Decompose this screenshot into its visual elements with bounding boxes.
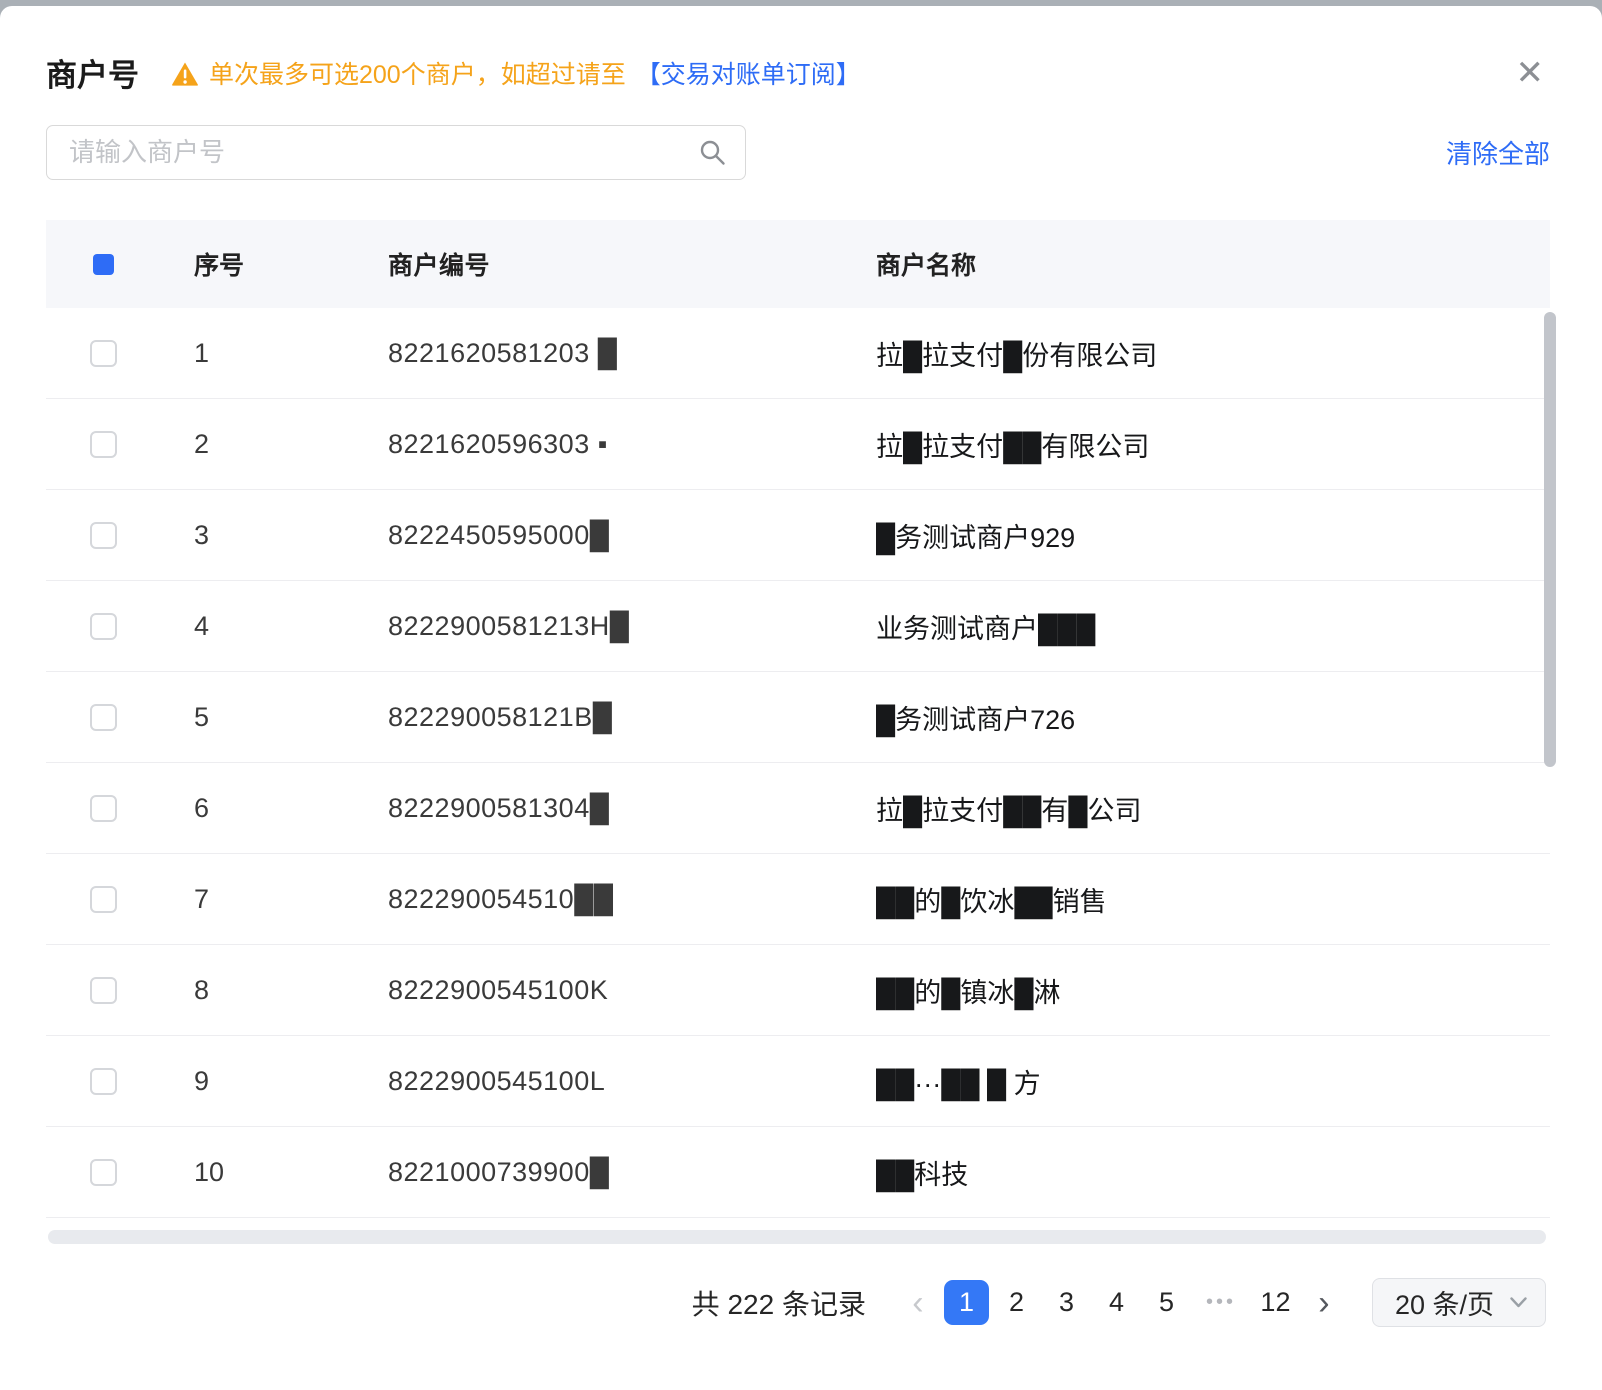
vertical-scrollbar[interactable] [1544, 312, 1556, 1214]
merchant-name: 拉█拉支付█份有限公司 [876, 334, 1550, 373]
merchant-id: 822290058121B█ [388, 702, 876, 733]
search-icon[interactable] [699, 139, 726, 171]
warning-text: 单次最多可选200个商户，如超过请至 [209, 55, 626, 91]
search-box [46, 125, 746, 180]
merchant-name: 拉█拉支付██有限公司 [876, 425, 1550, 464]
row-checkbox[interactable] [90, 977, 117, 1004]
merchant-table: 序号 商户编号 商户名称 1 8221620581203 █ 拉█拉支付█份有限… [46, 220, 1550, 1218]
header-merchant-id: 商户编号 [388, 246, 876, 282]
row-checkbox[interactable] [90, 1068, 117, 1095]
clear-all-link[interactable]: 清除全部 [1446, 134, 1550, 171]
merchant-name: ██的█饮冰██销售 [876, 880, 1550, 919]
merchant-id: 8222450595000█ [388, 520, 876, 551]
search-row: 清除全部 [46, 125, 1550, 180]
table-row: 6 8222900581304█ 拉█拉支付██有█公司 [46, 763, 1550, 854]
warning-icon [171, 61, 199, 87]
merchant-name: ██···██ █ 方 [876, 1062, 1550, 1101]
merchant-name: 拉█拉支付██有█公司 [876, 789, 1550, 828]
merchant-name: █务测试商户726 [876, 698, 1550, 737]
row-checkbox[interactable] [90, 704, 117, 731]
row-checkbox[interactable] [90, 613, 117, 640]
chevron-down-icon [1510, 1297, 1527, 1308]
close-icon[interactable]: ✕ [1510, 52, 1551, 94]
modal-header: 商户号 单次最多可选200个商户，如超过请至 【交易对账单订阅】 ✕ [0, 6, 1602, 95]
row-index: 1 [194, 338, 388, 369]
horizontal-scrollbar[interactable] [48, 1230, 1546, 1244]
row-index: 9 [194, 1066, 388, 1097]
page-list: 12345 [944, 1280, 1189, 1325]
merchant-name: ██科技 [876, 1153, 1550, 1192]
merchant-name: ██的█镇冰█淋 [876, 971, 1550, 1010]
page-button-1[interactable]: 1 [944, 1280, 989, 1325]
merchant-id: 8222900545100L [388, 1066, 876, 1097]
table-row: 8 8222900545100K ██的█镇冰█淋 [46, 945, 1550, 1036]
merchant-id: 822290054510██ [388, 884, 876, 915]
merchant-id: 8222900545100K [388, 975, 876, 1006]
row-index: 8 [194, 975, 388, 1006]
page-button-2[interactable]: 2 [994, 1280, 1039, 1325]
table-row: 5 822290058121B█ █务测试商户726 [46, 672, 1550, 763]
select-all-checkbox[interactable] [93, 254, 114, 275]
merchant-id: 8221620596303 ▪ [388, 429, 876, 460]
table-row: 2 8221620596303 ▪ 拉█拉支付██有限公司 [46, 399, 1550, 490]
row-index: 5 [194, 702, 388, 733]
vertical-scrollbar-thumb[interactable] [1544, 312, 1556, 767]
page-button-4[interactable]: 4 [1094, 1280, 1139, 1325]
row-checkbox[interactable] [90, 886, 117, 913]
row-index: 4 [194, 611, 388, 642]
merchant-id: 8221000739900█ [388, 1157, 876, 1188]
table-row: 4 8222900581213H█ 业务测试商户███ [46, 581, 1550, 672]
merchant-id: 8222900581213H█ [388, 611, 876, 642]
reconciliation-subscription-link[interactable]: 【交易对账单订阅】 [636, 55, 861, 91]
row-index: 2 [194, 429, 388, 460]
header-merchant-name: 商户名称 [876, 246, 1550, 282]
merchant-id: 8221620581203 █ [388, 338, 876, 369]
table-header: 序号 商户编号 商户名称 [46, 220, 1550, 308]
merchant-selector-modal: 商户号 单次最多可选200个商户，如超过请至 【交易对账单订阅】 ✕ [0, 6, 1602, 1390]
row-checkbox[interactable] [90, 795, 117, 822]
merchant-name: █务测试商户929 [876, 516, 1550, 555]
table-row: 9 8222900545100L ██···██ █ 方 [46, 1036, 1550, 1127]
row-checkbox[interactable] [90, 340, 117, 367]
row-checkbox[interactable] [90, 1159, 117, 1186]
page-title: 商户号 [46, 50, 139, 95]
header-index: 序号 [194, 246, 388, 282]
row-index: 3 [194, 520, 388, 551]
row-index: 6 [194, 793, 388, 824]
page-size-label: 20 条/页 [1395, 1283, 1494, 1322]
next-page-icon[interactable]: › [1304, 1281, 1344, 1325]
pagination-ellipsis[interactable]: ••• [1195, 1291, 1247, 1314]
total-records: 共 222 条记录 [692, 1283, 866, 1323]
table-body: 1 8221620581203 █ 拉█拉支付█份有限公司 2 82216205… [46, 308, 1550, 1218]
table-row: 1 8221620581203 █ 拉█拉支付█份有限公司 [46, 308, 1550, 399]
page-button-5[interactable]: 5 [1144, 1280, 1189, 1325]
row-index: 7 [194, 884, 388, 915]
prev-page-icon[interactable]: ‹ [898, 1281, 938, 1325]
pagination-bar: 共 222 条记录 ‹ 12345 ••• 12 › 20 条/页 [0, 1244, 1602, 1327]
table-row: 7 822290054510██ ██的█饮冰██销售 [46, 854, 1550, 945]
table-row: 10 8221000739900█ ██科技 [46, 1127, 1550, 1218]
last-page-button[interactable]: 12 [1253, 1280, 1298, 1325]
page-size-select[interactable]: 20 条/页 [1372, 1278, 1546, 1327]
search-input[interactable] [46, 125, 746, 180]
merchant-name: 业务测试商户███ [876, 607, 1550, 646]
row-checkbox[interactable] [90, 431, 117, 458]
row-checkbox[interactable] [90, 522, 117, 549]
warning-banner: 单次最多可选200个商户，如超过请至 【交易对账单订阅】 [171, 55, 861, 91]
merchant-id: 8222900581304█ [388, 793, 876, 824]
table-row: 3 8222450595000█ █务测试商户929 [46, 490, 1550, 581]
page-button-3[interactable]: 3 [1044, 1280, 1089, 1325]
row-index: 10 [194, 1157, 388, 1188]
